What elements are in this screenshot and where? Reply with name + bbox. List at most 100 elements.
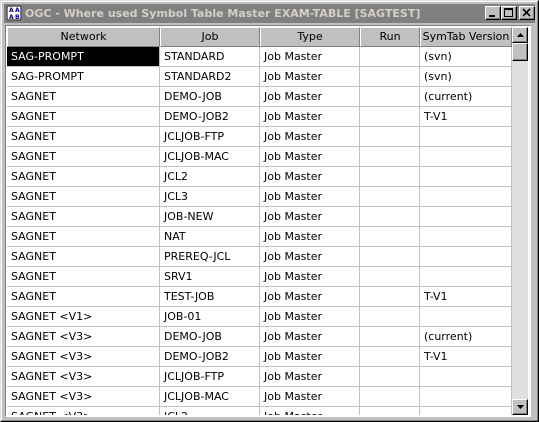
cell-type[interactable]: Job Master <box>260 47 360 67</box>
cell-run[interactable] <box>360 147 420 167</box>
cell-run[interactable] <box>360 167 420 187</box>
table-row[interactable]: SAGNET <V3> DEMO-JOB2 Job Master T-V1 <box>7 347 512 367</box>
table-row[interactable]: SAGNET <V3> JCLJOB-FTP Job Master <box>7 367 512 387</box>
cell-run[interactable] <box>360 227 420 247</box>
vertical-scrollbar[interactable] <box>512 27 528 415</box>
close-button[interactable] <box>519 6 535 20</box>
cell-job[interactable]: DEMO-JOB2 <box>160 347 260 367</box>
cell-symtab-version[interactable] <box>420 307 512 327</box>
cell-type[interactable]: Job Master <box>260 387 360 407</box>
cell-symtab-version[interactable]: (current) <box>420 87 512 107</box>
table-row[interactable]: SAGNET JCLJOB-MAC Job Master <box>7 147 512 167</box>
cell-run[interactable] <box>360 107 420 127</box>
scroll-up-button[interactable] <box>512 27 528 43</box>
maximize-button[interactable] <box>501 6 517 20</box>
scroll-down-button[interactable] <box>512 399 528 415</box>
cell-job[interactable]: JOB-NEW <box>160 207 260 227</box>
cell-type[interactable]: Job Master <box>260 187 360 207</box>
cell-run[interactable] <box>360 287 420 307</box>
cell-job[interactable]: TEST-JOB <box>160 287 260 307</box>
cell-symtab-version[interactable] <box>420 167 512 187</box>
cell-symtab-version[interactable]: (svn) <box>420 47 512 67</box>
table-row[interactable]: SAG-PROMPT STANDARD Job Master (svn) <box>7 47 512 67</box>
cell-network[interactable]: SAGNET <box>7 227 160 247</box>
cell-run[interactable] <box>360 47 420 67</box>
table-row[interactable]: SAGNET JCL3 Job Master <box>7 187 512 207</box>
cell-type[interactable]: Job Master <box>260 227 360 247</box>
column-header-network[interactable]: Network <box>7 27 160 47</box>
cell-symtab-version[interactable]: T-V1 <box>420 287 512 307</box>
cell-type[interactable]: Job Master <box>260 327 360 347</box>
cell-type[interactable]: Job Master <box>260 307 360 327</box>
cell-job[interactable]: DEMO-JOB <box>160 327 260 347</box>
cell-network[interactable]: SAGNET <box>7 127 160 147</box>
title-bar[interactable]: A A A B OGC - Where used Symbol Table Ma… <box>4 4 535 23</box>
cell-network[interactable]: SAGNET <V3> <box>7 367 160 387</box>
cell-symtab-version[interactable]: T-V1 <box>420 107 512 127</box>
cell-run[interactable] <box>360 267 420 287</box>
cell-run[interactable] <box>360 407 420 415</box>
table-row[interactable]: SAGNET <V1> JOB-01 Job Master <box>7 307 512 327</box>
cell-type[interactable]: Job Master <box>260 107 360 127</box>
table-row[interactable]: SAGNET JCLJOB-FTP Job Master <box>7 127 512 147</box>
column-header-type[interactable]: Type <box>260 27 360 47</box>
cell-network[interactable]: SAGNET <box>7 267 160 287</box>
cell-type[interactable]: Job Master <box>260 247 360 267</box>
column-header-symtab-version[interactable]: SymTab Version <box>420 27 512 47</box>
cell-run[interactable] <box>360 67 420 87</box>
cell-symtab-version[interactable] <box>420 207 512 227</box>
cell-run[interactable] <box>360 307 420 327</box>
cell-type[interactable]: Job Master <box>260 207 360 227</box>
scroll-thumb[interactable] <box>512 43 528 61</box>
cell-network[interactable]: SAGNET <box>7 167 160 187</box>
table-row[interactable]: SAGNET NAT Job Master <box>7 227 512 247</box>
cell-run[interactable] <box>360 347 420 367</box>
cell-network[interactable]: SAGNET <V3> <box>7 327 160 347</box>
cell-run[interactable] <box>360 387 420 407</box>
column-header-job[interactable]: Job <box>160 27 260 47</box>
cell-type[interactable]: Job Master <box>260 127 360 147</box>
cell-run[interactable] <box>360 187 420 207</box>
cell-job[interactable]: JCLJOB-FTP <box>160 367 260 387</box>
cell-job[interactable]: SRV1 <box>160 267 260 287</box>
cell-network[interactable]: SAGNET <box>7 287 160 307</box>
cell-job[interactable]: STANDARD2 <box>160 67 260 87</box>
cell-symtab-version[interactable]: T-V1 <box>420 347 512 367</box>
table-row[interactable]: SAGNET TEST-JOB Job Master T-V1 <box>7 287 512 307</box>
cell-run[interactable] <box>360 367 420 387</box>
table-row[interactable]: SAGNET SRV1 Job Master <box>7 267 512 287</box>
cell-type[interactable]: Job Master <box>260 87 360 107</box>
cell-symtab-version[interactable] <box>420 247 512 267</box>
cell-symtab-version[interactable] <box>420 227 512 247</box>
cell-symtab-version[interactable] <box>420 187 512 207</box>
cell-job[interactable]: DEMO-JOB <box>160 87 260 107</box>
cell-type[interactable]: Job Master <box>260 287 360 307</box>
cell-job[interactable]: JCLJOB-FTP <box>160 127 260 147</box>
cell-job[interactable]: JCLJOB-MAC <box>160 147 260 167</box>
table-row[interactable]: SAGNET DEMO-JOB2 Job Master T-V1 <box>7 107 512 127</box>
cell-type[interactable]: Job Master <box>260 267 360 287</box>
table-row[interactable]: SAGNET <V3> DEMO-JOB Job Master (current) <box>7 327 512 347</box>
cell-run[interactable] <box>360 247 420 267</box>
cell-network[interactable]: SAGNET <box>7 247 160 267</box>
table-row[interactable]: SAGNET <V3> JCLJOB-MAC Job Master <box>7 387 512 407</box>
cell-job[interactable]: JCLJOB-MAC <box>160 387 260 407</box>
cell-run[interactable] <box>360 327 420 347</box>
cell-job[interactable]: DEMO-JOB2 <box>160 107 260 127</box>
cell-symtab-version[interactable] <box>420 407 512 415</box>
cell-type[interactable]: Job Master <box>260 67 360 87</box>
cell-symtab-version[interactable]: (svn) <box>420 67 512 87</box>
cell-type[interactable]: Job Master <box>260 347 360 367</box>
cell-network[interactable]: SAGNET <V1> <box>7 307 160 327</box>
cell-job[interactable]: JOB-01 <box>160 307 260 327</box>
cell-job[interactable]: JCL2 <box>160 407 260 415</box>
cell-network[interactable]: SAGNET <V3> <box>7 347 160 367</box>
cell-network[interactable]: SAGNET <box>7 87 160 107</box>
table-row[interactable]: SAGNET DEMO-JOB Job Master (current) <box>7 87 512 107</box>
minimize-button[interactable] <box>485 6 501 20</box>
cell-network[interactable]: SAGNET <box>7 207 160 227</box>
cell-network[interactable]: SAG-PROMPT <box>7 67 160 87</box>
table-row[interactable]: SAG-PROMPT STANDARD2 Job Master (svn) <box>7 67 512 87</box>
cell-job[interactable]: JCL2 <box>160 167 260 187</box>
cell-job[interactable]: JCL3 <box>160 187 260 207</box>
